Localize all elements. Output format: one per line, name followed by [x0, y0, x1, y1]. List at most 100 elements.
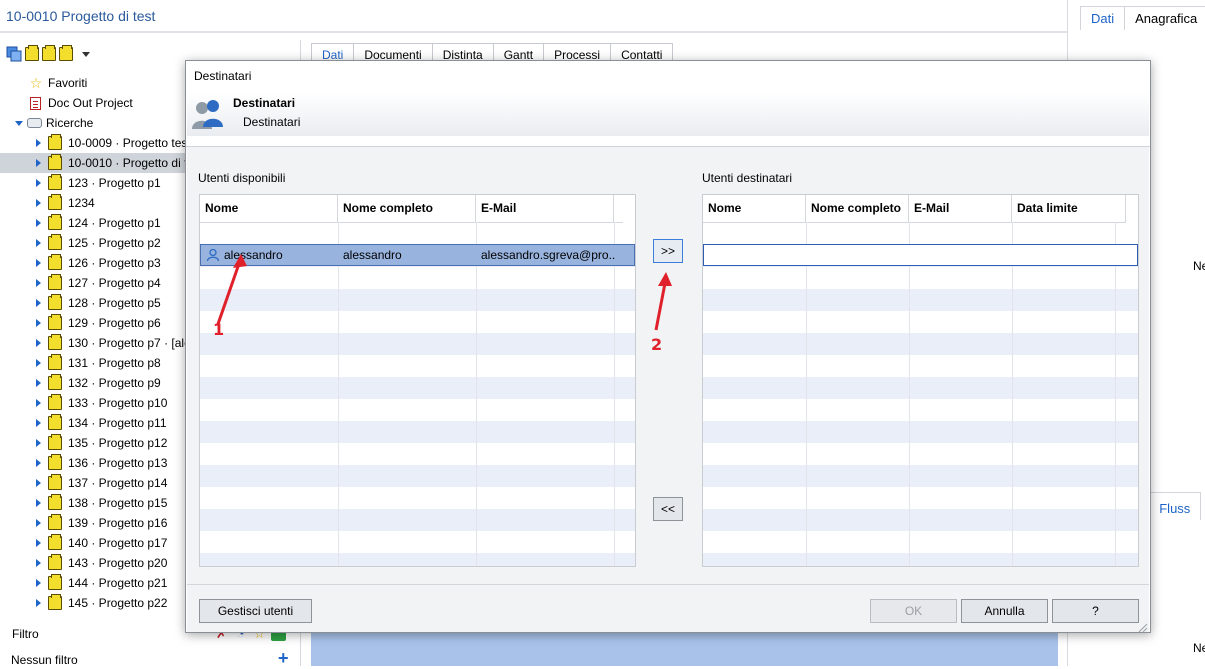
recipient-users-header: Nome Nome completo E-Mail Data limite [703, 195, 1126, 222]
folder-icon[interactable] [59, 45, 73, 61]
filter-label: Filtro [12, 627, 39, 641]
dialog-header-subtitle: Destinatari [243, 115, 301, 129]
expand-arrow-icon[interactable] [36, 159, 41, 167]
expand-arrow-icon[interactable] [36, 279, 41, 287]
folder-icon [48, 594, 62, 610]
tree-item-label: 144 · Progetto p21 [68, 576, 168, 590]
folder-icon [48, 494, 62, 510]
expand-arrow-icon[interactable] [36, 439, 41, 447]
expand-arrow-icon[interactable] [36, 359, 41, 367]
folder-icon [48, 134, 62, 150]
tree-item-label: 139 · Progetto p16 [68, 516, 168, 530]
grid-row-background [200, 377, 635, 399]
expand-arrow-icon[interactable] [36, 259, 41, 267]
expand-arrow-icon[interactable] [36, 579, 41, 587]
resize-grip-icon[interactable] [1136, 621, 1148, 633]
expand-arrow-icon[interactable] [36, 459, 41, 467]
annotation-step-2: 2 [651, 335, 663, 354]
tree-item-label: 145 · Progetto p22 [68, 596, 168, 610]
folder-icon [48, 154, 62, 170]
remove-recipient-button[interactable]: << [653, 497, 683, 521]
grid-row-background [200, 443, 635, 465]
grid-rows [703, 223, 1138, 566]
column-header-nome[interactable]: Nome [703, 195, 806, 222]
expand-arrow-icon[interactable] [36, 599, 41, 607]
expand-arrow-icon[interactable] [36, 479, 41, 487]
expand-arrow-icon[interactable] [36, 519, 41, 527]
expand-arrow-icon[interactable] [36, 539, 41, 547]
tree-item-label: 10-0010 · Progetto di te [68, 156, 195, 170]
tree-item-label: 129 · Progetto p6 [68, 316, 161, 330]
cancel-button[interactable]: Annulla [961, 599, 1048, 623]
expand-arrow-icon[interactable] [36, 499, 41, 507]
new-row-editor[interactable] [703, 244, 1138, 266]
column-header-nome-completo[interactable]: Nome completo [806, 195, 909, 222]
column-header-nome[interactable]: Nome [200, 195, 338, 222]
help-button[interactable]: ? [1052, 599, 1139, 623]
column-header-email[interactable]: E-Mail [476, 195, 614, 222]
expand-arrow-icon[interactable] [36, 299, 41, 307]
recipients-dialog: Destinatari Destinatari Destinatari Uten… [185, 60, 1151, 633]
manage-users-button[interactable]: Gestisci utenti [199, 599, 312, 623]
tree-item-label: 137 · Progetto p14 [68, 476, 168, 490]
grid-row-background [703, 421, 1138, 443]
table-row[interactable]: alessandro alessandro alessandro.sgreva@… [200, 244, 635, 266]
tab-anagrafica[interactable]: Anagrafica [1124, 6, 1205, 30]
folder-icon [48, 354, 62, 370]
ok-button[interactable]: OK [870, 599, 957, 623]
expand-arrow-icon[interactable] [36, 399, 41, 407]
available-users-grid: Nome Nome completo E-Mail alessandro ale… [199, 194, 636, 567]
add-recipient-button[interactable]: >> [653, 239, 683, 263]
tab-dati[interactable]: Dati [1080, 6, 1126, 30]
folder-icon [48, 474, 62, 490]
folder-icon[interactable] [42, 45, 56, 61]
document-icon [30, 96, 41, 110]
dialog-header [187, 92, 1149, 136]
tree-item-label: 131 · Progetto p8 [68, 356, 161, 370]
tree-item-label: Doc Out Project [48, 96, 133, 110]
tree-item-label: Ricerche [46, 116, 94, 130]
copy-icon[interactable] [6, 46, 22, 62]
tree-item-label: 123 · Progetto p1 [68, 176, 161, 190]
star-icon: ☆ [29, 74, 43, 91]
chevron-down-icon[interactable] [82, 51, 90, 57]
tree-item-label: 136 · Progetto p13 [68, 456, 168, 470]
expand-arrow-icon[interactable] [36, 179, 41, 187]
column-header-email[interactable]: E-Mail [909, 195, 1012, 222]
expand-arrow-icon[interactable] [36, 419, 41, 427]
right-panel-text: Ne [1193, 641, 1205, 655]
folder-icon [48, 374, 62, 390]
expand-arrow-icon[interactable] [36, 239, 41, 247]
tree-item-label: 128 · Progetto p5 [68, 296, 161, 310]
column-header-nome-completo[interactable]: Nome completo [338, 195, 476, 222]
tree-item-label: 124 · Progetto p1 [68, 216, 161, 230]
expand-arrow-icon[interactable] [36, 199, 41, 207]
grid-row-background [200, 311, 635, 333]
folder-icon [48, 434, 62, 450]
collapse-arrow-icon[interactable] [15, 120, 23, 126]
folder-icon [48, 574, 62, 590]
expand-arrow-icon[interactable] [36, 319, 41, 327]
folder-icon [48, 314, 62, 330]
tab-flussi[interactable]: Fluss [1148, 492, 1202, 520]
folder-icon [48, 394, 62, 410]
tree-item-label: 133 · Progetto p10 [68, 396, 168, 410]
tree-item-label: 130 · Progetto p7 · [ale [68, 336, 191, 350]
grid-row-background [200, 289, 635, 311]
expand-arrow-icon[interactable] [36, 139, 41, 147]
folder-icon [48, 414, 62, 430]
folder-icon [48, 214, 62, 230]
grid-row-background [703, 487, 1138, 509]
expand-arrow-icon[interactable] [36, 379, 41, 387]
grid-row-background [703, 333, 1138, 355]
column-header-data-limite[interactable]: Data limite [1012, 195, 1126, 222]
grid-row-background [200, 421, 635, 443]
expand-arrow-icon[interactable] [36, 559, 41, 567]
annotation-step-1: 1 [213, 320, 225, 339]
expand-arrow-icon[interactable] [36, 339, 41, 347]
grid-row-background [703, 531, 1138, 553]
user-full-name: alessandro [343, 248, 402, 262]
expand-arrow-icon[interactable] [36, 219, 41, 227]
tree-item-label: 127 · Progetto p4 [68, 276, 161, 290]
folder-icon[interactable] [25, 45, 39, 61]
